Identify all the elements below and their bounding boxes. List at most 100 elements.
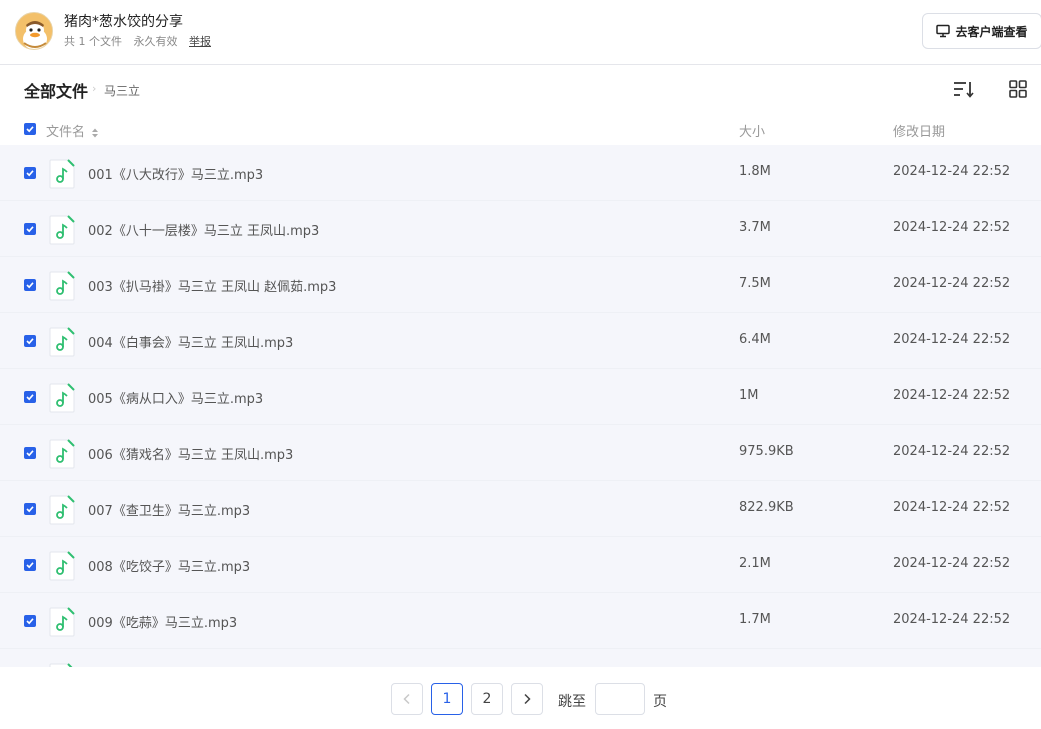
file-date: 2024-12-24 22:52 xyxy=(893,276,1011,291)
row-checkbox[interactable] xyxy=(24,279,36,291)
file-size: 1M xyxy=(739,388,759,403)
row-checkbox[interactable] xyxy=(24,391,36,403)
share-title: 猪肉*葱水饺的分享 xyxy=(64,14,183,30)
file-size: 6.4M xyxy=(739,332,771,347)
audio-file-icon xyxy=(49,495,75,525)
file-date: 2024-12-24 22:52 xyxy=(893,388,1011,403)
table-row[interactable]: 003《扒马褂》马三立 王凤山 赵佩茹.mp3 7.5M 2024-12-24 22… xyxy=(0,257,1041,313)
check-icon xyxy=(26,170,34,177)
table-row[interactable]: 007《查卫生》马三立.mp3 822.9KB 2024-12-24 22:52 xyxy=(0,481,1041,537)
report-link[interactable]: 举报 xyxy=(189,35,211,48)
page-button-2[interactable]: 2 xyxy=(471,683,503,715)
check-icon xyxy=(26,394,34,401)
file-size: 1.8M xyxy=(739,164,771,179)
column-header-name[interactable]: 文件名 xyxy=(46,121,99,140)
breadcrumb-current: 马三立 xyxy=(104,84,141,98)
file-name[interactable]: 008《吃饺子》马三立.mp3 xyxy=(88,556,250,575)
table-row[interactable]: 004《白事会》马三立 王凤山.mp3 6.4M 2024-12-24 22:52 xyxy=(0,313,1041,369)
check-icon xyxy=(26,282,34,289)
file-date: 2024-12-24 22:52 xyxy=(893,612,1011,627)
jump-page-unit: 页 xyxy=(653,694,667,710)
audio-file-icon xyxy=(49,383,75,413)
column-header-size: 大小 xyxy=(739,125,766,140)
file-date: 2024-12-24 22:52 xyxy=(893,164,1011,179)
grid-view-button[interactable] xyxy=(1008,79,1028,99)
table-header: 文件名 大小 修改日期 xyxy=(0,116,1041,144)
row-checkbox[interactable] xyxy=(24,559,36,571)
audio-file-icon xyxy=(49,327,75,357)
check-icon xyxy=(26,226,34,233)
file-name[interactable]: 006《猜戏名》马三立 王凤山.mp3 xyxy=(88,444,293,463)
file-list: 001《八大改行》马三立.mp3 1.8M 2024-12-24 22:52 002《… xyxy=(0,145,1041,667)
table-row[interactable]: 005《病从口入》马三立.mp3 1M 2024-12-24 22:52 xyxy=(0,369,1041,425)
row-checkbox[interactable] xyxy=(24,615,36,627)
sort-toggle-icon xyxy=(92,128,99,137)
file-date: 2024-12-24 22:52 xyxy=(893,220,1011,235)
file-date: 2024-12-24 22:52 xyxy=(893,332,1011,347)
file-size: 7.5M xyxy=(739,276,771,291)
file-name[interactable]: 007《查卫生》马三立.mp3 xyxy=(88,500,250,519)
audio-file-icon xyxy=(49,159,75,189)
sort-list-icon xyxy=(954,82,974,98)
row-checkbox[interactable] xyxy=(24,447,36,459)
file-date: 2024-12-24 22:52 xyxy=(893,444,1011,459)
table-row[interactable]: 001《八大改行》马三立.mp3 1.8M 2024-12-24 22:52 xyxy=(0,145,1041,201)
column-name-label: 文件名 xyxy=(46,125,86,140)
row-checkbox[interactable] xyxy=(24,335,36,347)
table-row[interactable] xyxy=(0,649,1041,667)
file-size: 3.7M xyxy=(739,220,771,235)
open-in-client-button[interactable]: 去客户端查看 xyxy=(922,13,1041,49)
check-icon xyxy=(26,338,34,345)
audio-file-icon xyxy=(49,271,75,301)
file-name[interactable]: 003《扒马褂》马三立 王凤山 赵佩茹.mp3 xyxy=(88,276,336,295)
select-all-checkbox[interactable] xyxy=(24,123,36,135)
file-count: 共 1 个文件 xyxy=(64,35,122,48)
file-date: 2024-12-24 22:52 xyxy=(893,500,1011,515)
file-name[interactable]: 001《八大改行》马三立.mp3 xyxy=(88,164,263,183)
audio-file-icon xyxy=(49,551,75,581)
chevron-right-icon xyxy=(524,693,531,705)
file-size: 975.9KB xyxy=(739,444,794,459)
audio-file-icon xyxy=(49,607,75,637)
audio-file-icon xyxy=(49,215,75,245)
avatar xyxy=(15,12,53,50)
file-name[interactable]: 002《八十一层楼》马三立 王凤山.mp3 xyxy=(88,220,319,239)
file-size: 2.1M xyxy=(739,556,771,571)
check-icon xyxy=(26,506,34,513)
file-name[interactable]: 004《白事会》马三立 王凤山.mp3 xyxy=(88,332,293,351)
next-page-button[interactable] xyxy=(511,683,543,715)
breadcrumb-separator: › xyxy=(92,82,97,95)
chevron-left-icon xyxy=(403,693,410,705)
audio-file-icon xyxy=(49,439,75,469)
file-size: 822.9KB xyxy=(739,500,794,515)
share-meta: 共 1 个文件 永久有效 举报 xyxy=(64,33,219,49)
table-row[interactable]: 002《八十一层楼》马三立 王凤山.mp3 3.7M 2024-12-24 22:5… xyxy=(0,201,1041,257)
column-header-date: 修改日期 xyxy=(893,125,946,140)
open-in-client-label: 去客户端查看 xyxy=(955,24,1028,39)
table-row[interactable]: 008《吃饺子》马三立.mp3 2.1M 2024-12-24 22:52 xyxy=(0,537,1041,593)
validity-text: 永久有效 xyxy=(133,35,178,48)
row-checkbox[interactable] xyxy=(24,167,36,179)
check-icon xyxy=(26,450,34,457)
row-checkbox[interactable] xyxy=(24,503,36,515)
row-checkbox[interactable] xyxy=(24,223,36,235)
file-name[interactable]: 005《病从口入》马三立.mp3 xyxy=(88,388,263,407)
check-icon xyxy=(26,562,34,569)
page-button-1[interactable]: 1 xyxy=(431,683,463,715)
jump-to-label: 跳至 xyxy=(558,694,586,710)
jump-page-input[interactable] xyxy=(595,683,645,715)
file-name[interactable]: 009《吃蒜》马三立.mp3 xyxy=(88,612,237,631)
monitor-icon xyxy=(936,24,951,38)
table-row[interactable]: 006《猜戏名》马三立 王凤山.mp3 975.9KB 2024-12-24 22:… xyxy=(0,425,1041,481)
grid-icon xyxy=(1009,80,1027,98)
check-icon xyxy=(26,618,34,625)
file-date: 2024-12-24 22:52 xyxy=(893,556,1011,571)
sort-button[interactable] xyxy=(952,79,974,99)
breadcrumb-root[interactable]: 全部文件 xyxy=(24,78,88,102)
pagination: 1 2 跳至 页 xyxy=(0,667,1041,729)
check-icon xyxy=(26,126,34,133)
table-row[interactable]: 009《吃蒜》马三立.mp3 1.7M 2024-12-24 22:52 xyxy=(0,593,1041,649)
prev-page-button[interactable] xyxy=(391,683,423,715)
file-size: 1.7M xyxy=(739,612,771,627)
share-header: 猪肉*葱水饺的分享 共 1 个文件 永久有效 举报 去客户端查看 xyxy=(0,0,1041,65)
